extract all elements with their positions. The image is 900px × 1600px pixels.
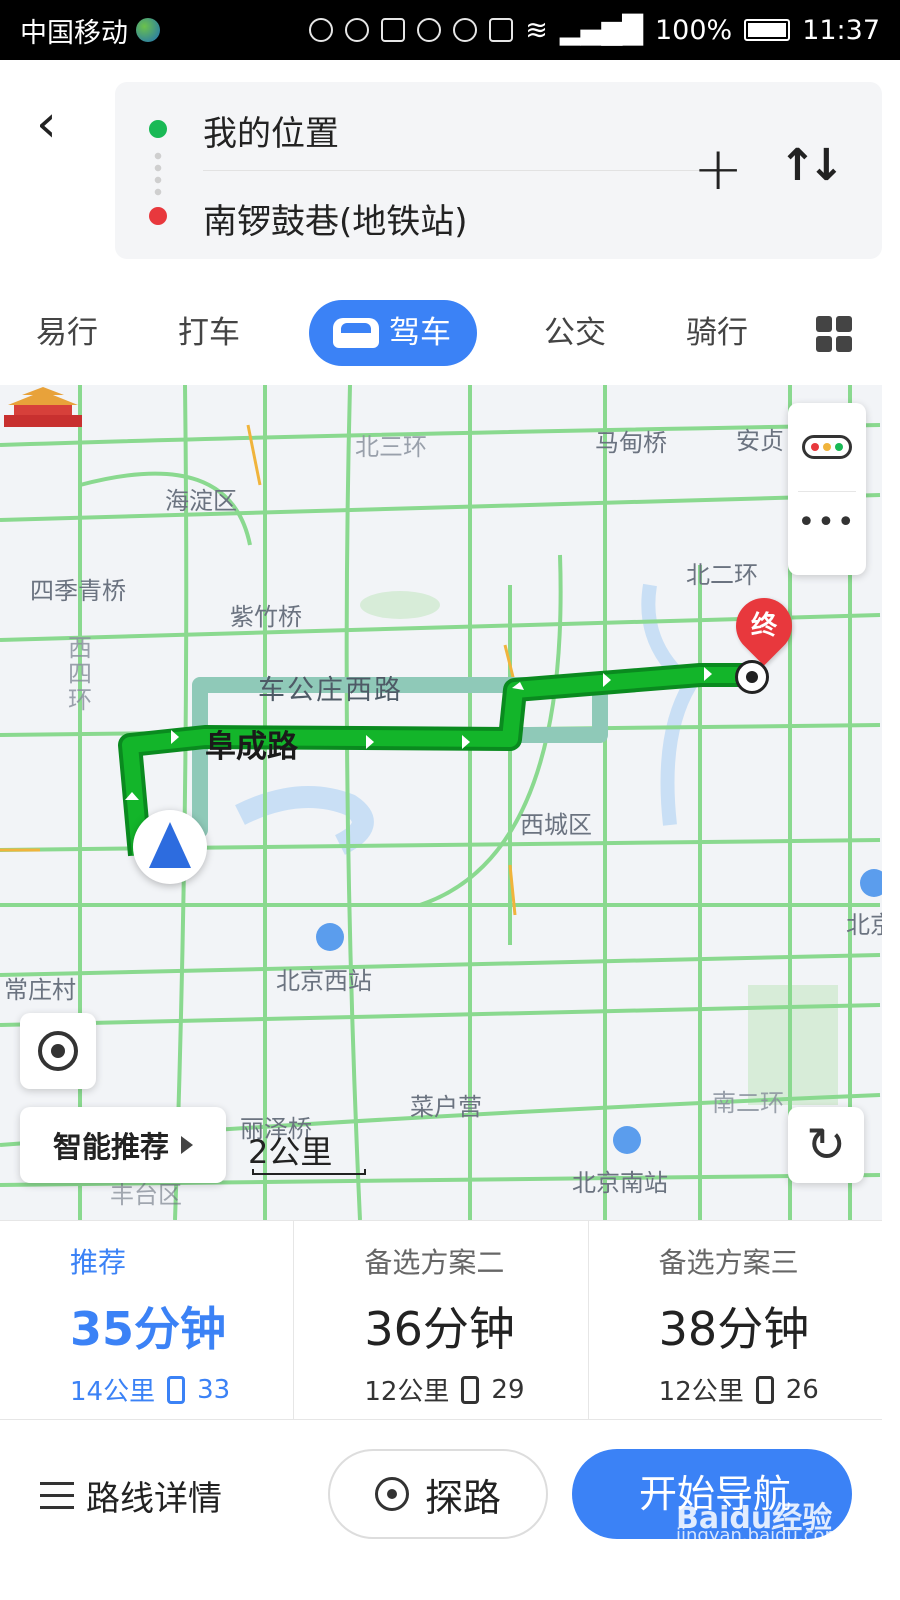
- traffic-light-icon: [461, 1375, 480, 1404]
- plan-card-recommended[interactable]: 推荐 35分钟 14公里 33: [0, 1221, 295, 1419]
- end-location-field[interactable]: 南锣鼓巷(地铁站): [203, 194, 468, 243]
- map-label-beierhuan: 北二环: [686, 561, 758, 589]
- plan-name: 备选方案二: [364, 1246, 505, 1279]
- plan-name: 备选方案三: [658, 1246, 799, 1279]
- map-label-caihu: 菜户营: [410, 1093, 482, 1121]
- scale-bar: [252, 1169, 366, 1175]
- map-label-zizhu: 紫竹桥: [230, 603, 302, 631]
- destination-pin-icon[interactable]: 终: [724, 586, 804, 666]
- tab-taxi[interactable]: 打车: [178, 300, 240, 366]
- wifi-icon: ≋: [525, 14, 548, 46]
- refresh-icon[interactable]: ↻: [788, 1107, 864, 1183]
- map-label-bj-south: 北京南站: [572, 1169, 668, 1197]
- hd-icon: [489, 18, 514, 42]
- probe-button[interactable]: 探路: [328, 1449, 548, 1539]
- plan-card-alt2[interactable]: 备选方案二 36分钟 12公里 29: [294, 1221, 589, 1419]
- tab-drive-label: 驾车: [389, 315, 451, 351]
- map-label-anzhen: 安贞: [736, 427, 784, 455]
- end-dot-icon: [149, 207, 167, 225]
- broadcast-icon: [374, 1477, 409, 1511]
- map-label-xicheng: 西城区: [520, 811, 592, 839]
- route-input-box: 我的位置 南锣鼓巷(地铁站) + ↑↓: [115, 82, 882, 259]
- plan-lights: 29: [491, 1374, 525, 1405]
- route-header: ‹ 我的位置 南锣鼓巷(地铁站) + ↑↓: [0, 60, 900, 280]
- alarm-icon: [453, 18, 478, 42]
- map-label-bj-west: 北京西站: [276, 967, 372, 995]
- map-label-nanerhuan: 南二环: [712, 1089, 784, 1117]
- map-label-beisanhuan: 北三环: [355, 433, 427, 461]
- nfc-icon: [381, 18, 406, 42]
- plan-distance: 12公里: [364, 1377, 450, 1407]
- car-icon: [333, 318, 379, 348]
- carrier-label: 中国移动: [20, 17, 128, 49]
- tab-easy[interactable]: 易行: [36, 300, 98, 366]
- map-label-siji: 四季青桥: [30, 577, 126, 605]
- current-location-arrow-icon: [133, 810, 207, 884]
- battery-percent: 100%: [654, 14, 733, 46]
- traffic-light-icon: [167, 1375, 186, 1404]
- globe-icon: [136, 18, 160, 42]
- locate-button[interactable]: [20, 1013, 96, 1089]
- add-waypoint-icon[interactable]: +: [693, 134, 743, 204]
- plan-time: 38分钟: [658, 1302, 810, 1356]
- back-icon[interactable]: ‹: [36, 96, 80, 156]
- map-label-bei: 北京: [846, 911, 882, 939]
- map-tools-panel: •••: [788, 403, 866, 575]
- start-dot-icon: [149, 120, 167, 138]
- tiananmen-icon: [4, 387, 82, 427]
- route-detail-button[interactable]: 路线详情: [40, 1471, 222, 1520]
- map-label-madianqiao: 马甸桥: [595, 429, 667, 457]
- divider: [203, 170, 733, 171]
- map-label-fucheng: 阜成路: [205, 729, 298, 765]
- locate-icon: [38, 1031, 78, 1071]
- map-view[interactable]: 北三环 马甸桥 安贞 海淀区 四季青桥 紫竹桥 北二环 西四环 车公庄西路 阜成…: [0, 385, 882, 1220]
- location-icon: [345, 18, 370, 42]
- destination-pin-label: 终: [750, 611, 777, 641]
- traffic-light-icon: [755, 1375, 774, 1404]
- tab-bike[interactable]: 骑行: [686, 300, 748, 366]
- traffic-icon[interactable]: [802, 435, 852, 459]
- route-connector: [154, 150, 162, 196]
- clock: 11:37: [802, 14, 880, 46]
- transport-tabs: 易行 打车 驾车 公交 骑行: [0, 290, 900, 380]
- plan-name: 推荐: [70, 1246, 127, 1279]
- smart-recommend-label: 智能推荐: [52, 1130, 169, 1164]
- destination-point-icon: [735, 660, 769, 694]
- route-detail-label: 路线详情: [86, 1479, 222, 1519]
- plan-distance: 14公里: [70, 1377, 156, 1407]
- tab-bus[interactable]: 公交: [544, 300, 606, 366]
- list-icon: [40, 1481, 74, 1510]
- map-label-xisihuan: 西四环: [68, 634, 92, 714]
- plan-time: 36分钟: [364, 1302, 515, 1356]
- mute-icon: [417, 18, 442, 42]
- swap-icon[interactable]: ↑↓: [779, 140, 845, 191]
- start-location-field[interactable]: 我的位置: [203, 106, 339, 155]
- plan-card-alt3[interactable]: 备选方案三 38分钟 12公里 26: [589, 1221, 882, 1419]
- plan-distance: 12公里: [658, 1377, 744, 1407]
- map-label-chegong: 车公庄西路: [258, 675, 403, 706]
- tab-drive[interactable]: 驾车: [309, 300, 477, 366]
- route-plans: 推荐 35分钟 14公里 33 备选方案二 36分钟 12公里 29 备选方案三 3…: [0, 1220, 882, 1420]
- watermark-url: jingyan.baidu.com: [676, 1525, 843, 1546]
- caret-right-icon: [181, 1136, 193, 1154]
- plan-lights: 26: [785, 1374, 819, 1405]
- bottom-bar: 路线详情 探路 开始导航 Baidu经验 jingyan.baidu.com: [0, 1421, 900, 1600]
- plan-lights: 33: [197, 1374, 231, 1405]
- battery-icon: [744, 19, 791, 41]
- more-icon[interactable]: •••: [788, 505, 866, 540]
- map-label-changzhuang: 常庄村: [4, 976, 76, 1004]
- signal-icon: ▂▄▆█: [559, 14, 643, 46]
- map-label-haidian: 海淀区: [165, 487, 237, 515]
- status-bar: 中国移动 ≋ ▂▄▆█ 100% 11:37: [0, 0, 900, 60]
- scale-label: 2公里: [248, 1133, 333, 1171]
- data-saver-icon: [309, 18, 334, 42]
- smart-recommend-button[interactable]: 智能推荐: [20, 1107, 226, 1183]
- plan-time: 35分钟: [70, 1302, 227, 1356]
- probe-label: 探路: [424, 1475, 501, 1520]
- more-modes-icon[interactable]: [816, 316, 852, 352]
